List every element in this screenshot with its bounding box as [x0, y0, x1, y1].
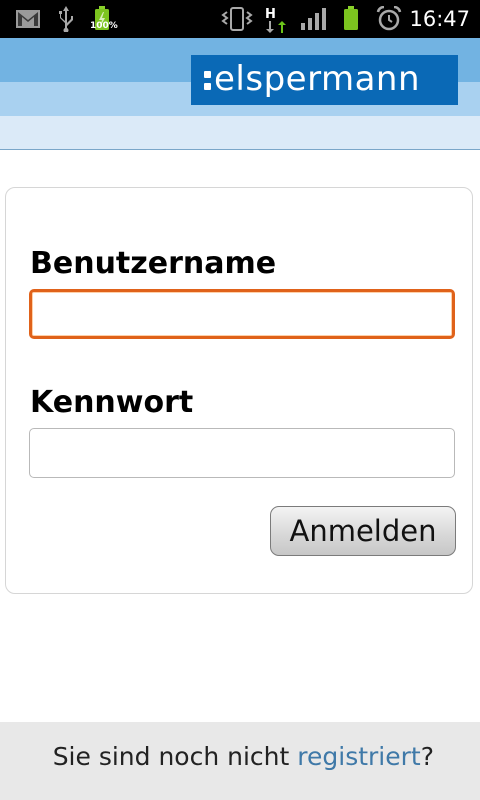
register-prompt: Sie sind noch nicht registriert?: [53, 742, 434, 771]
elspermann-logo[interactable]: elspermann: [191, 55, 458, 105]
register-prompt-prefix: Sie sind noch nicht: [52, 742, 298, 771]
status-bar: 100% H 16:47: [0, 0, 480, 38]
vibrate-icon: [220, 0, 254, 38]
login-form: Benutzername Kennwort Anmelden: [5, 187, 473, 594]
app-header: elspermann: [0, 38, 480, 150]
svg-text:H: H: [265, 7, 276, 22]
password-label: Kennwort: [30, 385, 194, 420]
username-label: Benutzername: [30, 246, 277, 281]
logo-text: elspermann: [214, 59, 421, 99]
battery-percent: 100%: [90, 21, 118, 31]
battery-icon: [341, 0, 361, 38]
battery-charging-icon: [92, 0, 112, 38]
footer: Sie sind noch nicht registriert?: [0, 722, 480, 800]
signal-icon: [300, 0, 328, 38]
username-input[interactable]: [29, 289, 455, 339]
logo-colon-icon: [204, 68, 211, 92]
login-button[interactable]: Anmelden: [270, 506, 456, 556]
header-divider: [0, 149, 480, 150]
usb-icon: [55, 0, 77, 38]
register-prompt-suffix: ?: [420, 742, 434, 771]
password-input[interactable]: [29, 428, 455, 478]
header-band-low: [0, 116, 480, 149]
hspa-data-icon: H: [264, 0, 290, 38]
alarm-icon: [375, 0, 403, 38]
register-link[interactable]: registriert: [297, 742, 420, 771]
status-time: 16:47: [409, 7, 470, 31]
gmail-icon: [15, 0, 41, 38]
